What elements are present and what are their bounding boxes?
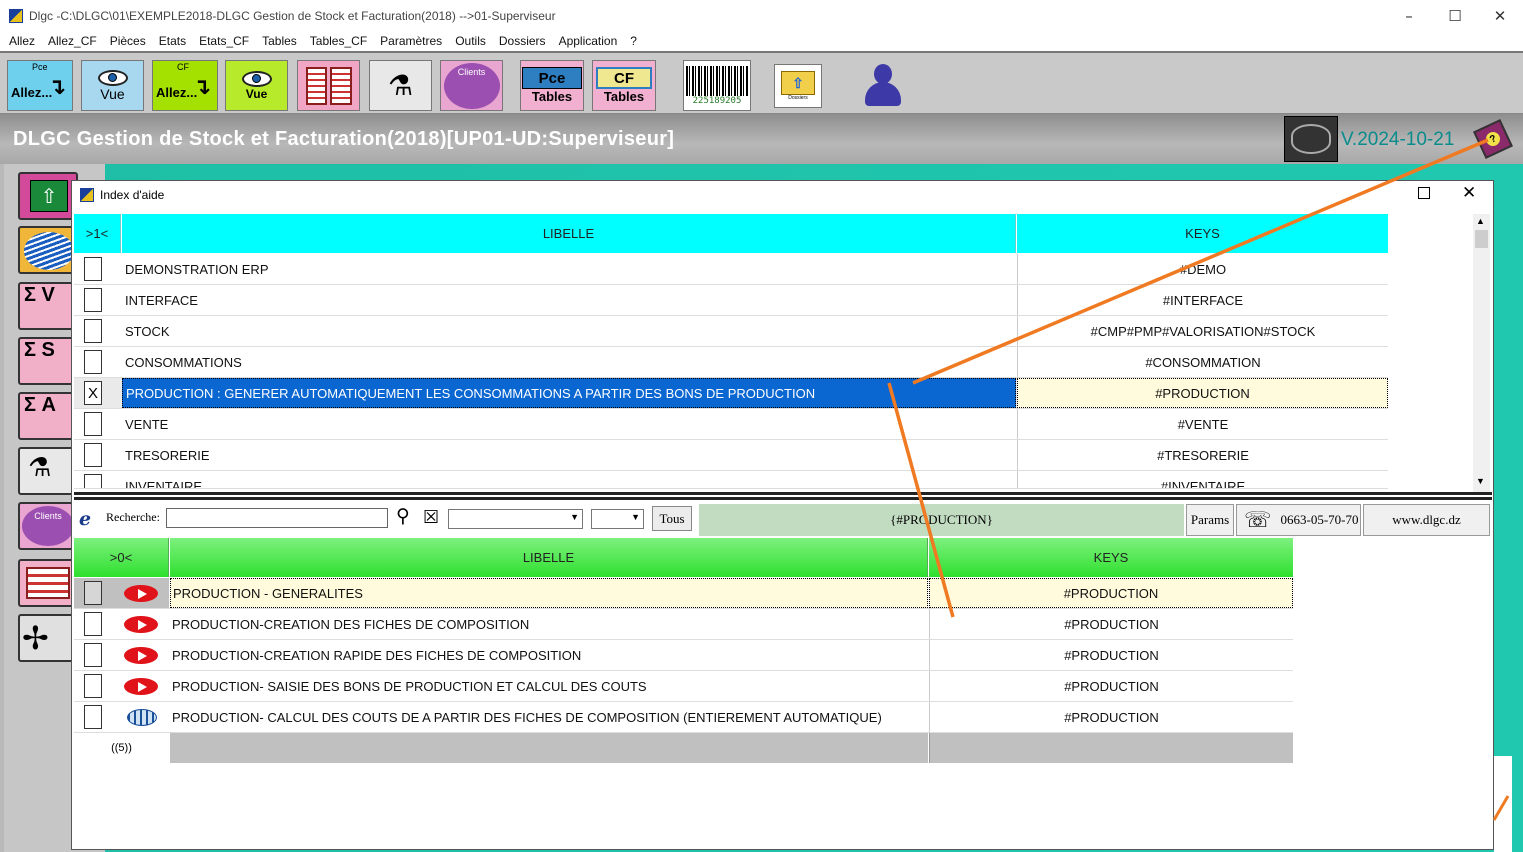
annotation-arrows (887, 138, 1510, 821)
annotation-line-bottom-right (1492, 795, 1510, 821)
annotation-line-help-to-selection (912, 138, 1489, 385)
annotation-line-selection-to-video (887, 382, 955, 618)
